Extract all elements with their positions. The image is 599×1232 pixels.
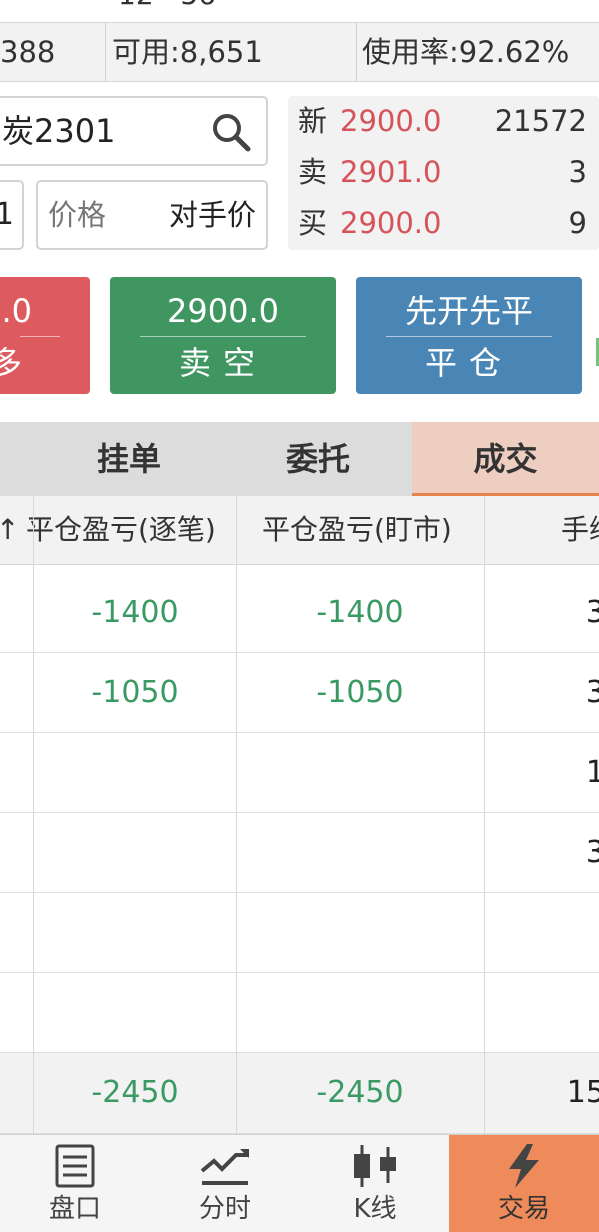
nav-label: 盘口 <box>48 1194 101 1224</box>
contract-name: 炭2301 <box>2 112 116 150</box>
table-row[interactable]: ) 4 <box>0 973 599 1053</box>
quote-bid-row: 买 2900.0 9 <box>288 198 599 249</box>
quote-price: 2901.0 <box>340 155 442 189</box>
quote-label: 买 <box>298 206 328 240</box>
table-header: ↑ 平仓盈亏(逐笔) 平仓盈亏(盯市) 手续 <box>0 496 599 565</box>
contract-input[interactable]: 炭2301 <box>0 96 268 166</box>
header-fee: 手续 <box>561 513 599 546</box>
pnl-mark-cell: -1050 <box>316 675 404 710</box>
buy-price: .0 <box>1 292 32 330</box>
pnl-mark-cell <box>236 893 484 972</box>
quote-ask-row: 卖 2901.0 3 <box>288 147 599 198</box>
total-pnl-trade: -2450 <box>91 1075 179 1110</box>
pnl-mark-cell: -1400 <box>316 595 404 630</box>
quote-last-row: 新 2900.0 21572 <box>288 96 599 147</box>
pnl-trade-cell <box>34 973 236 1052</box>
column-divider <box>33 564 34 1134</box>
quantity-input[interactable]: 1 <box>0 180 24 250</box>
bottom-nav: 盘口 分时 K线 交易 <box>0 1134 599 1232</box>
column-divider <box>236 564 237 1134</box>
top-cutoff-text: 12 · 56 <box>0 0 599 10</box>
header-pnl-trade: 平仓盈亏(逐笔) <box>26 513 216 546</box>
price-input[interactable]: 价格 对手价 <box>36 180 268 250</box>
sort-arrow-icon[interactable]: ↑ <box>0 496 19 564</box>
close-mode: 先开先平 <box>404 292 533 330</box>
lightning-icon <box>509 1144 539 1188</box>
search-icon[interactable] <box>210 111 252 153</box>
quote-price: 2900.0 <box>340 206 442 240</box>
table-row[interactable]: ) 34 <box>0 813 599 893</box>
fee-cell: 4 <box>484 893 599 972</box>
fee-cell: 36 <box>585 675 599 710</box>
orderbook-icon <box>55 1144 95 1188</box>
nav-kline[interactable]: K线 <box>300 1135 450 1232</box>
price-label: 价格 <box>48 198 107 232</box>
pnl-trade-cell <box>34 733 236 812</box>
top-cutoff-label: 12 · 56 <box>118 0 216 10</box>
close-action: 平仓 <box>424 344 513 382</box>
candlestick-icon <box>354 1145 396 1187</box>
account-bar: 388 可用:8,651 使用率:92.62% <box>0 22 599 82</box>
buy-action: 多 <box>0 344 35 382</box>
nav-label: 分时 <box>198 1194 251 1224</box>
pnl-trade-cell <box>34 893 236 972</box>
fee-cell: 18 <box>585 755 599 790</box>
nav-label: K线 <box>353 1194 397 1224</box>
price-type-value: 对手价 <box>168 198 256 232</box>
usage-rate: 使用率:92.62% <box>362 35 570 69</box>
buy-long-button[interactable]: .0 多 <box>0 277 90 394</box>
pnl-trade-cell <box>34 813 236 892</box>
quote-volume: 3 <box>568 155 587 189</box>
pnl-mark-cell <box>236 973 484 1052</box>
tab-trades[interactable]: 成交 <box>412 422 599 496</box>
close-position-button[interactable]: 先开先平 平仓 <box>356 277 582 394</box>
header-pnl-mark: 平仓盈亏(盯市) <box>262 513 452 546</box>
sell-price: 2900.0 <box>167 292 279 330</box>
quote-label: 新 <box>298 104 328 138</box>
table-row[interactable]: -1400 -1400 36 <box>0 573 599 653</box>
total-fee: 154 <box>566 1075 599 1110</box>
fee-cell: 36 <box>585 595 599 630</box>
column-divider <box>484 564 485 1134</box>
quote-panel: 新 2900.0 21572 卖 2901.0 3 买 2900.0 9 <box>288 96 599 250</box>
balance-value: 388 <box>0 35 56 69</box>
quote-label: 卖 <box>298 155 328 189</box>
total-pnl-mark: -2450 <box>316 1075 404 1110</box>
nav-timeshare[interactable]: 分时 <box>150 1135 300 1232</box>
tab-orders[interactable]: 委托 <box>224 422 412 496</box>
tab-pending[interactable]: 挂单 <box>34 422 224 496</box>
pnl-mark-cell <box>236 733 484 812</box>
sell-action: 卖空 <box>178 344 267 382</box>
quote-volume: 21572 <box>494 104 587 138</box>
tab-bar: 挂单 委托 成交 <box>0 422 599 496</box>
nav-trade[interactable]: 交易 <box>449 1135 599 1232</box>
total-row: -2450 -2450 154 <box>0 1053 599 1134</box>
table-row[interactable]: 18 <box>0 733 599 813</box>
pnl-trade-cell: -1400 <box>91 595 179 630</box>
fee-cell: 4 <box>484 973 599 1052</box>
timeshare-chart-icon <box>200 1149 249 1185</box>
nav-orderbook[interactable]: 盘口 <box>0 1135 150 1232</box>
pnl-trade-cell: -1050 <box>91 675 179 710</box>
table-row[interactable]: ) 4 <box>0 893 599 973</box>
quote-price: 2900.0 <box>340 104 442 138</box>
quote-volume: 9 <box>568 206 587 240</box>
sell-short-button[interactable]: 2900.0 卖空 <box>110 277 336 394</box>
available-funds: 可用:8,651 <box>112 35 263 69</box>
table-row[interactable]: -1050 -1050 36 <box>0 653 599 733</box>
nav-label: 交易 <box>497 1194 550 1224</box>
fee-cell: 34 <box>585 835 599 870</box>
pnl-mark-cell <box>236 813 484 892</box>
quantity-value: 1 <box>0 197 14 232</box>
